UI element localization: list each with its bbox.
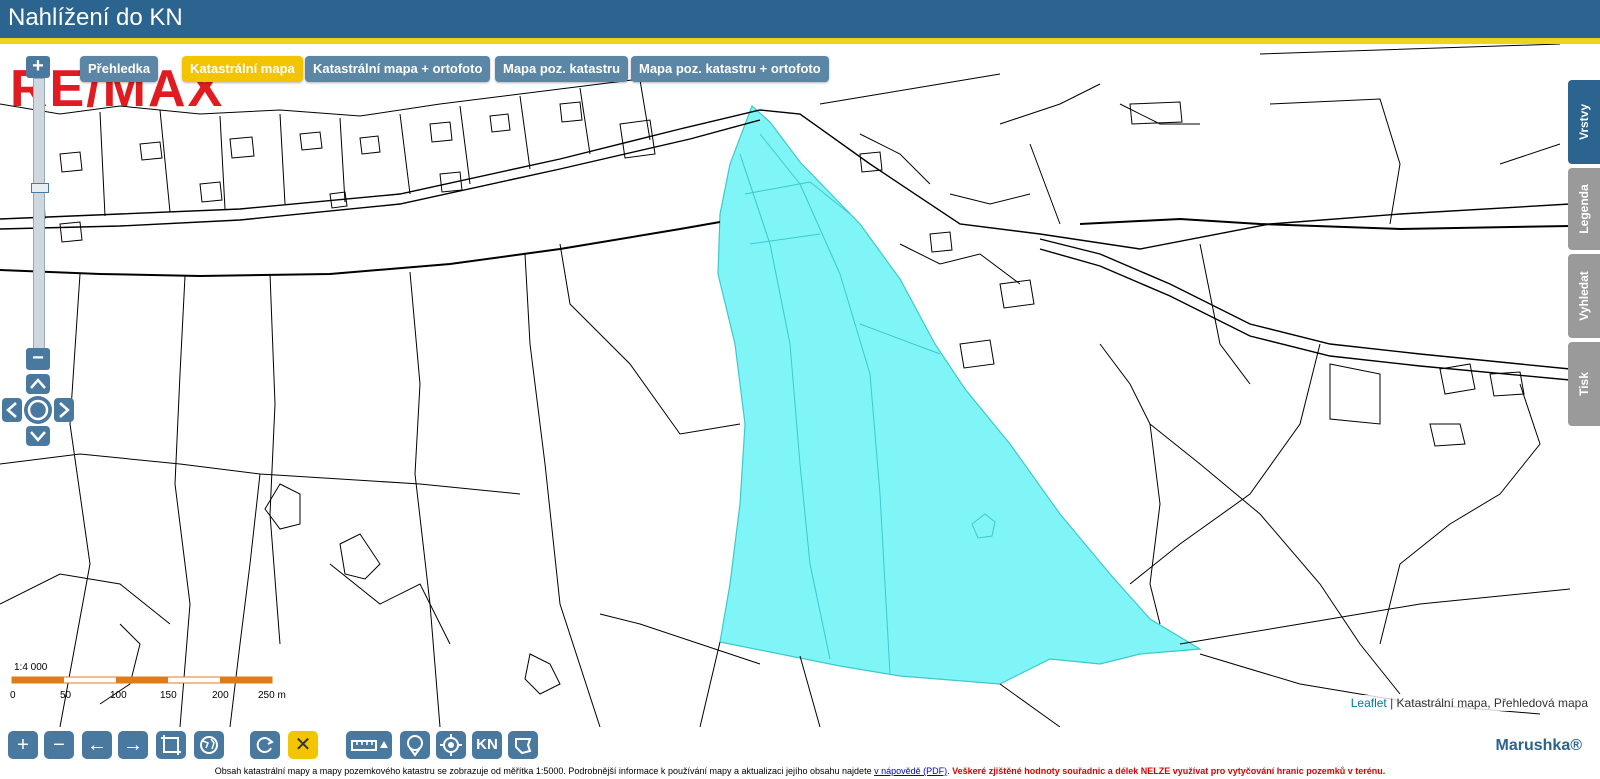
plus-icon: + [17, 734, 29, 756]
zoom-handle[interactable] [31, 183, 49, 193]
side-tab-tisk-label: Tisk [1577, 372, 1591, 396]
zoom-out-control[interactable]: − [26, 348, 50, 370]
refresh-button[interactable] [250, 731, 280, 759]
map-parcels-layer [0, 44, 1571, 727]
target-icon [440, 734, 462, 756]
minus-icon: − [53, 734, 65, 756]
zoom-track[interactable] [31, 78, 49, 350]
scale-tick-0: 0 [10, 690, 16, 701]
refresh-icon [256, 737, 274, 753]
scale-tick-50: 50 [60, 690, 72, 701]
pin-icon [407, 735, 423, 757]
pan-up-icon [26, 374, 50, 394]
clear-button[interactable]: ✕ [288, 731, 318, 759]
measure-button[interactable] [346, 731, 392, 759]
tab-mapa-poz-katastru[interactable]: Mapa poz. katastru [495, 56, 629, 82]
scale-tick-150: 150 [160, 690, 177, 701]
footer-text: Obsah katastrální mapy a mapy pozemkovéh… [214, 766, 872, 776]
marushka-logo: Marushka® [1495, 737, 1582, 754]
scale-tick-250: 250 m [258, 690, 286, 701]
app-title: Nahlížení do KN [8, 4, 183, 31]
pan-right-icon [54, 398, 74, 422]
crop-icon [161, 735, 181, 755]
leaflet-link[interactable]: Leaflet [1351, 696, 1387, 710]
map-attribution: Leaflet | Katastrální mapa, Přehledová m… [1346, 695, 1592, 711]
footer-notice: Obsah katastrální mapy a mapy pozemkovéh… [214, 766, 1386, 776]
cadastral-map[interactable]: RE/MAX Přehledka Katastrální mapa Katast… [0, 44, 1600, 727]
ruler-icon [351, 740, 388, 751]
locate-button[interactable] [436, 731, 466, 759]
help-pdf-link[interactable]: v nápovědě (PDF) [874, 766, 947, 776]
side-tab-vyhledat-label: Vyhledat [1577, 271, 1591, 321]
side-tab-legenda[interactable]: Legenda [1568, 168, 1600, 250]
kn-icon: KN [476, 736, 498, 753]
zoom-box-button[interactable] [156, 731, 186, 759]
zoom-in-button[interactable]: + [8, 731, 38, 759]
tab-katastralni-mapa[interactable]: Katastrální mapa [182, 56, 303, 82]
attribution-text: | Katastrální mapa, Přehledová mapa [1386, 696, 1588, 710]
forward-button[interactable]: → [118, 731, 148, 759]
side-tab-tisk[interactable]: Tisk [1568, 342, 1600, 426]
globe-icon [200, 736, 218, 754]
side-tab-legenda-label: Legenda [1577, 184, 1591, 234]
scale-bar: 1:4 000 0 50 100 150 200 250 m [10, 662, 310, 707]
side-tab-vyhledat[interactable]: Vyhledat [1568, 254, 1600, 338]
scale-tick-200: 200 [212, 690, 229, 701]
close-icon: ✕ [294, 734, 312, 756]
side-tab-vrstvy-label: Vrstvy [1577, 103, 1591, 141]
scale-ratio: 1:4 000 [14, 662, 48, 673]
pan-arrows-icon [2, 374, 74, 446]
tab-prehledka[interactable]: Přehledka [80, 56, 159, 82]
marker-button[interactable] [400, 731, 430, 759]
scale-tick-100: 100 [110, 690, 127, 701]
arrow-left-icon: ← [87, 734, 107, 756]
select-button[interactable] [508, 731, 538, 759]
full-extent-button[interactable] [194, 731, 224, 759]
footer-warning: Veškeré zjištěné hodnoty souřadnic a dél… [952, 766, 1386, 776]
zoom-out-button[interactable]: − [44, 731, 74, 759]
pan-left-icon [2, 398, 22, 422]
zoom-in-control[interactable]: + [26, 56, 50, 78]
app-header: Nahlížení do KN [0, 0, 1600, 38]
pan-down-icon [26, 426, 50, 446]
zoom-slider[interactable]: + − [26, 56, 50, 376]
arrow-right-icon: → [123, 734, 143, 756]
tab-katastralni-mapa-ortofoto[interactable]: Katastrální mapa + ortofoto [305, 56, 491, 82]
pointer-icon [515, 738, 532, 755]
bottom-toolbar: + − ← → ✕ KN Marushka® [0, 727, 1600, 763]
pan-control[interactable] [2, 374, 74, 446]
tab-mapa-poz-katastru-ortofoto[interactable]: Mapa poz. katastru + ortofoto [631, 56, 829, 82]
side-tab-vrstvy[interactable]: Vrstvy [1568, 80, 1600, 164]
kn-button[interactable]: KN [472, 731, 502, 759]
highlighted-parcel [717, 104, 1202, 685]
back-button[interactable]: ← [82, 731, 112, 759]
scale-graphic [11, 676, 273, 684]
